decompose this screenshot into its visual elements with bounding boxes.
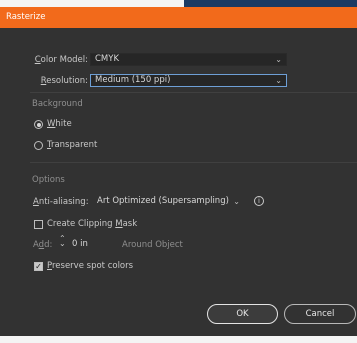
resolution-label: Resolution: — [40, 76, 88, 86]
antialiasing-value: Art Optimized (Supersampling) — [97, 196, 229, 206]
color-model-value: CMYK — [95, 54, 120, 64]
divider — [30, 162, 357, 163]
color-model-label: Color Model: — [34, 55, 88, 65]
antialiasing-label: Anti-aliasing: — [33, 197, 89, 207]
transparent-radio-label[interactable]: Transparent — [47, 140, 97, 150]
around-object-label: Around Object — [122, 240, 183, 250]
preserve-spot-colors-checkbox[interactable]: ✓ — [34, 262, 43, 271]
dialog-title: Rasterize — [6, 12, 46, 22]
color-model-select[interactable]: CMYK ⌄ — [90, 53, 287, 66]
create-clipping-mask-label[interactable]: Create Clipping Mask — [47, 219, 137, 229]
divider — [30, 92, 357, 93]
title-bar[interactable]: Rasterize — [0, 7, 357, 28]
create-clipping-mask-checkbox[interactable] — [34, 220, 43, 229]
spinner-icon[interactable]: ⌃ ⌄ — [59, 235, 66, 248]
white-radio[interactable] — [34, 120, 43, 129]
background-app-tab — [184, 0, 357, 7]
ok-button[interactable]: OK — [207, 304, 278, 324]
background-app-strip-bottom — [0, 336, 357, 343]
antialiasing-select[interactable]: Art Optimized (Supersampling) ⌄ — [92, 195, 245, 208]
rasterize-dialog: Rasterize Color Model: CMYK ⌄ Resolution… — [0, 7, 357, 343]
chevron-down-icon: ⌄ — [233, 197, 240, 206]
resolution-select[interactable]: Medium (150 ppi) ⌄ — [90, 74, 287, 87]
info-icon[interactable]: i — [254, 196, 264, 206]
transparent-radio[interactable] — [34, 141, 43, 150]
add-label: Add: — [33, 240, 53, 250]
background-heading: Background — [32, 99, 83, 109]
chevron-down-icon: ⌄ — [275, 76, 282, 85]
options-heading: Options — [32, 175, 65, 185]
color-model-label-text: olor Model: — [40, 55, 88, 65]
chevron-down-icon: ⌄ — [275, 55, 282, 64]
add-input[interactable]: 0 in — [68, 238, 116, 251]
resolution-value: Medium (150 ppi) — [95, 75, 171, 85]
white-radio-label[interactable]: White — [47, 119, 72, 129]
preserve-spot-colors-label[interactable]: Preserve spot colors — [47, 261, 133, 271]
cancel-button[interactable]: Cancel — [284, 304, 356, 324]
add-value: 0 in — [72, 239, 88, 249]
